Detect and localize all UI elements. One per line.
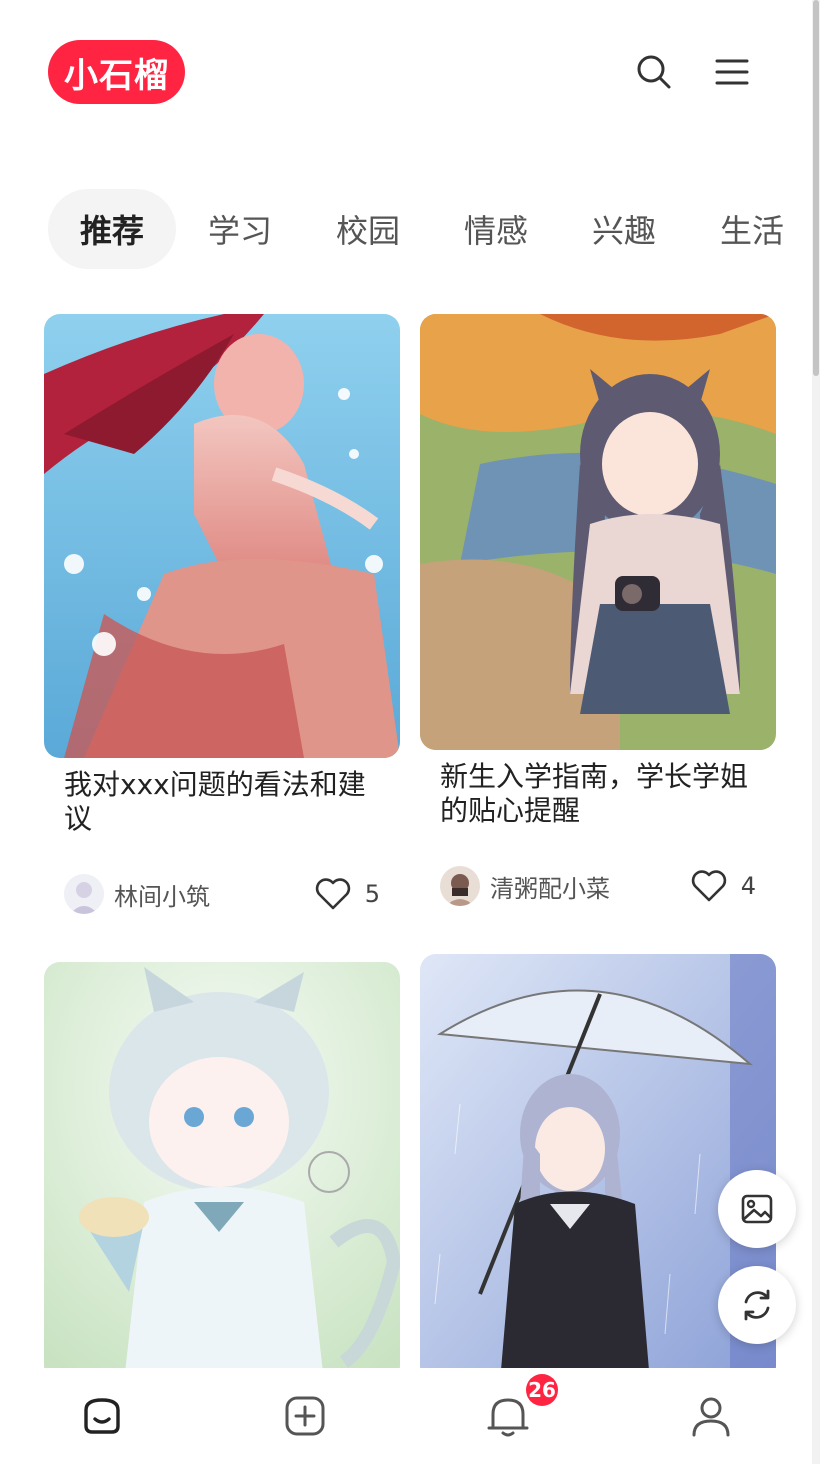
nav-notifications[interactable] xyxy=(406,1368,609,1464)
refresh-button[interactable] xyxy=(718,1266,796,1344)
bell-icon xyxy=(487,1398,528,1437)
image-icon xyxy=(741,1194,773,1224)
card-image[interactable] xyxy=(420,314,776,750)
notification-badge: 26 xyxy=(526,1374,558,1406)
category-tabs: 推荐 学习 校园 情感 兴趣 生活 xyxy=(48,189,816,269)
search-icon xyxy=(637,55,671,89)
menu-button[interactable] xyxy=(708,48,756,96)
like-button[interactable]: 4 xyxy=(691,870,756,902)
nav-home[interactable] xyxy=(0,1368,203,1464)
card-title[interactable]: 我对xxx问题的看法和建议 xyxy=(44,768,400,836)
card-image[interactable] xyxy=(44,314,400,758)
nav-profile[interactable] xyxy=(609,1368,812,1464)
scrollbar-thumb[interactable] xyxy=(813,0,819,376)
illustration-girl-red-hair-flowers xyxy=(44,314,400,758)
author-name[interactable]: 清粥配小菜 xyxy=(490,869,691,904)
add-post-icon xyxy=(285,1396,324,1436)
heart-icon xyxy=(315,878,350,910)
app-screen: 小石榴 推荐 学习 校园 情感 兴趣 生活 我对xxx问题的看法和建议 林间小筑… xyxy=(0,0,820,1464)
search-button[interactable] xyxy=(630,48,678,96)
tab-study[interactable]: 学习 xyxy=(176,189,304,269)
like-button[interactable]: 5 xyxy=(315,878,380,910)
menu-icon xyxy=(715,59,749,85)
card-title[interactable]: 新生入学指南，学长学姐的贴心提醒 xyxy=(420,760,776,828)
refresh-icon xyxy=(744,1289,770,1321)
feed-card[interactable] xyxy=(44,962,400,1382)
card-meta: 林间小筑 5 xyxy=(64,874,380,914)
avatar[interactable] xyxy=(64,874,104,914)
tab-life[interactable]: 生活 xyxy=(688,189,816,269)
avatar[interactable] xyxy=(440,866,480,906)
card-image[interactable] xyxy=(44,962,400,1382)
tab-emotion[interactable]: 情感 xyxy=(432,189,560,269)
profile-icon xyxy=(692,1397,729,1437)
feed-card[interactable]: 我对xxx问题的看法和建议 林间小筑 5 xyxy=(44,314,400,914)
tab-campus[interactable]: 校园 xyxy=(304,189,432,269)
scrollbar[interactable] xyxy=(812,0,820,1464)
nav-create[interactable] xyxy=(203,1368,406,1464)
home-icon xyxy=(83,1398,120,1434)
illustration-cat-girl-camera xyxy=(420,314,776,750)
illustration-cat-girl-icecream xyxy=(44,962,400,1382)
tab-recommend[interactable]: 推荐 xyxy=(48,189,176,269)
image-post-button[interactable] xyxy=(718,1170,796,1248)
author-name[interactable]: 林间小筑 xyxy=(114,877,315,912)
card-meta: 清粥配小菜 4 xyxy=(440,866,756,906)
heart-icon xyxy=(691,870,726,902)
tab-interest[interactable]: 兴趣 xyxy=(560,189,688,269)
like-count: 5 xyxy=(364,880,380,908)
app-logo[interactable]: 小石榴 xyxy=(48,40,185,104)
feed-card[interactable]: 新生入学指南，学长学姐的贴心提醒 清粥配小菜 4 xyxy=(420,314,776,906)
bottom-nav xyxy=(0,1368,812,1464)
like-count: 4 xyxy=(740,872,756,900)
